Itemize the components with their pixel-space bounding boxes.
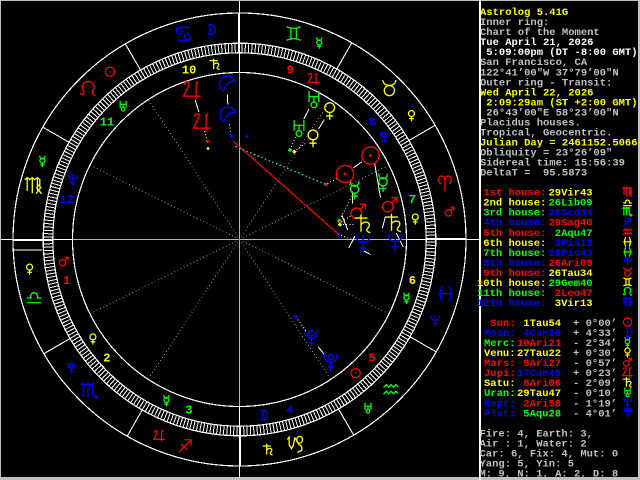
svg-text:1: 1 bbox=[63, 274, 70, 288]
svg-text:9: 9 bbox=[287, 63, 294, 77]
svg-text:5Aqu28: 5Aqu28 bbox=[517, 408, 561, 420]
svg-text:12th house:: 12th house: bbox=[477, 298, 546, 310]
svg-text:8: 8 bbox=[369, 116, 376, 130]
svg-text:3Vir13: 3Vir13 bbox=[549, 298, 593, 310]
svg-text:11: 11 bbox=[100, 115, 114, 129]
svg-text:5: 5 bbox=[368, 352, 375, 366]
svg-text:6: 6 bbox=[409, 274, 416, 288]
svg-text:- 4°01’: - 4°01’ bbox=[573, 408, 617, 420]
svg-text:DeltaT = 95.5873: DeltaT = 95.5873 bbox=[480, 168, 587, 180]
svg-text:12: 12 bbox=[59, 193, 73, 207]
svg-text:2: 2 bbox=[103, 351, 110, 365]
svg-text:3: 3 bbox=[185, 404, 192, 418]
svg-text:M: 9, N: 1, A: 2, D: 8: M: 9, N: 1, A: 2, D: 8 bbox=[480, 469, 619, 480]
svg-text:Plut:: Plut: bbox=[484, 408, 516, 420]
svg-text:10: 10 bbox=[182, 63, 196, 77]
svg-text:4: 4 bbox=[286, 404, 293, 418]
svg-text:7: 7 bbox=[409, 193, 416, 207]
